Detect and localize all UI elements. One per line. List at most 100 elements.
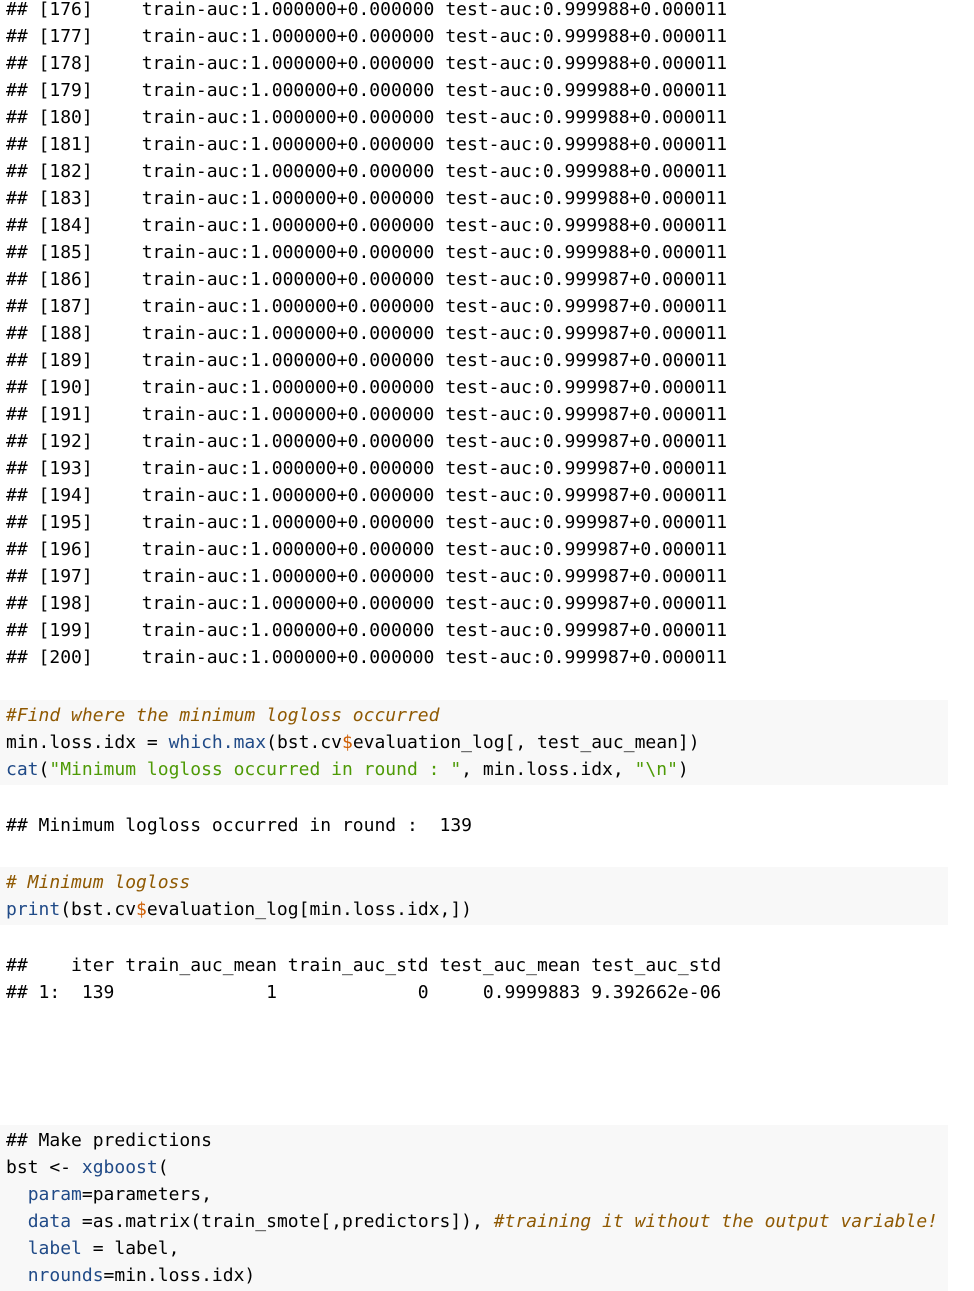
code-text: =parameters, — [81, 1184, 212, 1205]
log-test-auc: test-auc:0.999988+0.000011 — [445, 107, 728, 128]
log-prefix: ## — [6, 134, 39, 155]
log-row: ## [182] train-auc:1.000000+0.000000 test-… — [0, 158, 974, 185]
log-train-auc: train-auc:1.000000+0.000000 — [141, 539, 435, 560]
log-train-auc: train-auc:1.000000+0.000000 — [141, 53, 435, 74]
log-prefix: ## — [6, 431, 39, 452]
table-header-line: ## iter train_auc_mean train_auc_std tes… — [6, 955, 722, 976]
log-row: ## [177] train-auc:1.000000+0.000000 test-… — [0, 23, 974, 50]
log-prefix: ## — [6, 242, 39, 263]
log-round: [194] — [38, 485, 93, 506]
code-comment: #training it without the output variable… — [493, 1211, 939, 1232]
log-test-auc: test-auc:0.999987+0.000011 — [445, 593, 728, 614]
log-prefix: ## — [6, 404, 39, 425]
code-text: evaluation_log[min.loss.idx,]) — [146, 899, 472, 920]
string-literal: "\n" — [634, 759, 678, 780]
log-prefix: ## — [6, 26, 39, 47]
log-train-auc: train-auc:1.000000+0.000000 — [141, 296, 435, 317]
argument-name: label — [27, 1238, 82, 1259]
log-round: [195] — [38, 512, 93, 533]
log-round: [184] — [38, 215, 93, 236]
code-text: (bst.cv — [266, 732, 342, 753]
code-line: param=parameters, — [0, 1181, 948, 1208]
log-train-auc: train-auc:1.000000+0.000000 — [141, 215, 435, 236]
log-prefix: ## — [6, 593, 39, 614]
log-test-auc: test-auc:0.999987+0.000011 — [445, 296, 728, 317]
log-prefix: ## — [6, 485, 39, 506]
log-test-auc: test-auc:0.999987+0.000011 — [445, 350, 728, 371]
log-test-auc: test-auc:0.999987+0.000011 — [445, 566, 728, 587]
log-prefix: ## — [6, 377, 39, 398]
log-train-auc: train-auc:1.000000+0.000000 — [141, 161, 435, 182]
code-line: bst <- xgboost( — [0, 1154, 948, 1181]
log-round: [197] — [38, 566, 93, 587]
code-line: print(bst.cv$evaluation_log[min.loss.idx… — [0, 896, 948, 923]
function-name: print — [6, 899, 61, 920]
log-round: [185] — [38, 242, 93, 263]
log-row: ## [193] train-auc:1.000000+0.000000 test-… — [0, 455, 974, 482]
code-comment: #Find where the minimum logloss occurred — [6, 705, 440, 726]
log-row: ## [179] train-auc:1.000000+0.000000 test-… — [0, 77, 974, 104]
log-round: [186] — [38, 269, 93, 290]
code-chunk-print-min: # Minimum logloss print(bst.cv$evaluatio… — [0, 867, 948, 925]
log-prefix: ## — [6, 80, 39, 101]
log-prefix: ## — [6, 0, 39, 20]
log-round: [178] — [38, 53, 93, 74]
log-test-auc: test-auc:0.999987+0.000011 — [445, 620, 728, 641]
code-text: , min.loss.idx, — [461, 759, 635, 780]
code-line: cat("Minimum logloss occurred in round :… — [0, 756, 948, 783]
argument-name: param — [27, 1184, 82, 1205]
log-round: [177] — [38, 26, 93, 47]
code-line: min.loss.idx = which.max(bst.cv$evaluati… — [0, 729, 948, 756]
log-prefix: ## — [6, 188, 39, 209]
log-test-auc: test-auc:0.999987+0.000011 — [445, 539, 728, 560]
code-chunk-find-min: #Find where the minimum logloss occurred… — [0, 700, 948, 785]
log-train-auc: train-auc:1.000000+0.000000 — [141, 269, 435, 290]
log-prefix: ## — [6, 512, 39, 533]
code-text: = label, — [81, 1238, 180, 1259]
log-row: ## [191] train-auc:1.000000+0.000000 test-… — [0, 401, 974, 428]
log-prefix: ## — [6, 107, 39, 128]
log-row: ## [199] train-auc:1.000000+0.000000 test-… — [0, 617, 974, 644]
table-row-line: ## 1: 139 1 0 0.9999883 9.392662e-06 — [6, 982, 722, 1003]
log-test-auc: test-auc:0.999987+0.000011 — [445, 512, 728, 533]
output-min-round: ## Minimum logloss occurred in round : 1… — [0, 812, 974, 839]
training-log-rows: ## [176] train-auc:1.000000+0.000000 test-… — [0, 0, 974, 671]
log-train-auc: train-auc:1.000000+0.000000 — [141, 80, 435, 101]
code-line: ## Make predictions — [0, 1127, 948, 1154]
log-round: [181] — [38, 134, 93, 155]
log-round: [182] — [38, 161, 93, 182]
log-train-auc: train-auc:1.000000+0.000000 — [141, 188, 435, 209]
code-line: #Find where the minimum logloss occurred — [0, 702, 948, 729]
log-round: [189] — [38, 350, 93, 371]
log-test-auc: test-auc:0.999987+0.000011 — [445, 431, 728, 452]
operator: $ — [341, 732, 353, 753]
log-row: ## [185] train-auc:1.000000+0.000000 test-… — [0, 239, 974, 266]
code-text: =as.matrix(train_smote[,predictors]), — [71, 1211, 494, 1232]
code-text: evaluation_log[, test_auc_mean]) — [352, 732, 700, 753]
log-train-auc: train-auc:1.000000+0.000000 — [141, 458, 435, 479]
operator: $ — [136, 899, 147, 920]
log-prefix: ## — [6, 161, 39, 182]
function-name: xgboost — [81, 1157, 158, 1178]
log-train-auc: train-auc:1.000000+0.000000 — [141, 647, 435, 668]
code-chunk-predictions: ## Make predictions bst <- xgboost( para… — [0, 1125, 948, 1291]
log-train-auc: train-auc:1.000000+0.000000 — [141, 404, 435, 425]
code-text: ) — [677, 759, 689, 780]
log-test-auc: test-auc:0.999988+0.000011 — [445, 0, 728, 20]
log-prefix: ## — [6, 350, 39, 371]
log-test-auc: test-auc:0.999988+0.000011 — [445, 26, 728, 47]
log-test-auc: test-auc:0.999987+0.000011 — [445, 485, 728, 506]
code-text: min.loss.idx = — [6, 732, 169, 753]
log-row: ## [186] train-auc:1.000000+0.000000 test-… — [0, 266, 974, 293]
log-row: ## [197] train-auc:1.000000+0.000000 test-… — [0, 563, 974, 590]
log-row: ## [195] train-auc:1.000000+0.000000 test-… — [0, 509, 974, 536]
code-text: ( — [157, 1157, 169, 1178]
code-text: =min.loss.idx) — [103, 1265, 256, 1286]
log-row: ## [200] train-auc:1.000000+0.000000 test-… — [0, 644, 974, 671]
log-row: ## [187] train-auc:1.000000+0.000000 test-… — [0, 293, 974, 320]
log-train-auc: train-auc:1.000000+0.000000 — [141, 512, 435, 533]
log-round: [198] — [38, 593, 93, 614]
log-train-auc: train-auc:1.000000+0.000000 — [141, 323, 435, 344]
log-test-auc: test-auc:0.999987+0.000011 — [445, 269, 728, 290]
